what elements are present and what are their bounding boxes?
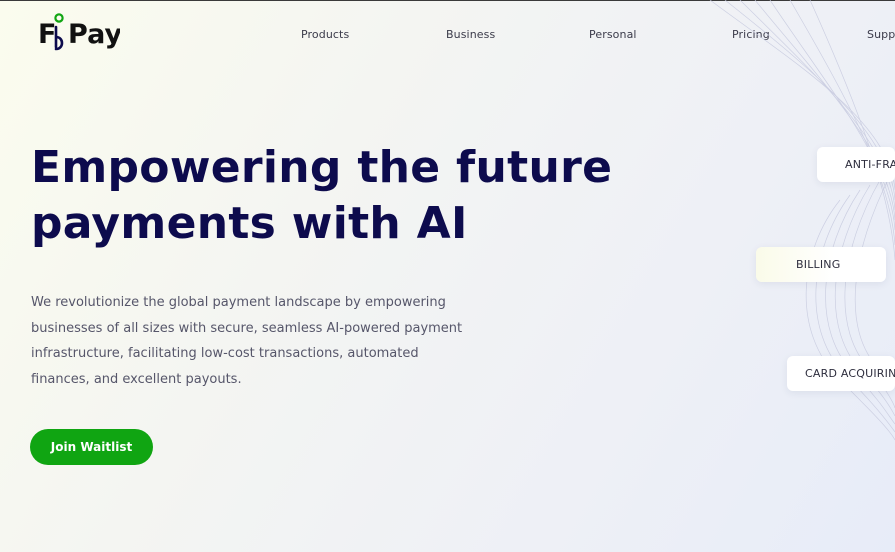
feature-tag-card-acquiring: CARD ACQUIRING xyxy=(787,356,895,391)
feature-tag-label: ANTI-FRAU xyxy=(845,158,895,171)
feature-tag-anti-fraud: ANTI-FRAU xyxy=(817,147,895,182)
hero-title-line-1: Empowering the future xyxy=(31,142,613,193)
nav-item-personal[interactable]: Personal xyxy=(589,28,637,41)
feature-tag-billing: BILLING xyxy=(756,247,886,282)
feature-tag-label: CARD ACQUIRING xyxy=(805,367,895,380)
hero-title: Empowering the future payments with AI xyxy=(31,140,631,252)
svg-text:F: F xyxy=(38,19,56,50)
feature-tag-label: BILLING xyxy=(796,258,841,271)
join-waitlist-button[interactable]: Join Waitlist xyxy=(30,429,153,465)
hero-description: We revolutionize the global payment land… xyxy=(31,295,463,387)
brand-logo[interactable]: F Pay xyxy=(38,13,122,55)
nav-item-products[interactable]: Products xyxy=(301,28,349,41)
hero-title-line-2: payments with AI xyxy=(31,198,468,249)
nav-item-business[interactable]: Business xyxy=(446,28,495,41)
svg-text:Pay: Pay xyxy=(68,19,120,50)
finpay-logo-icon: F Pay xyxy=(38,13,122,51)
